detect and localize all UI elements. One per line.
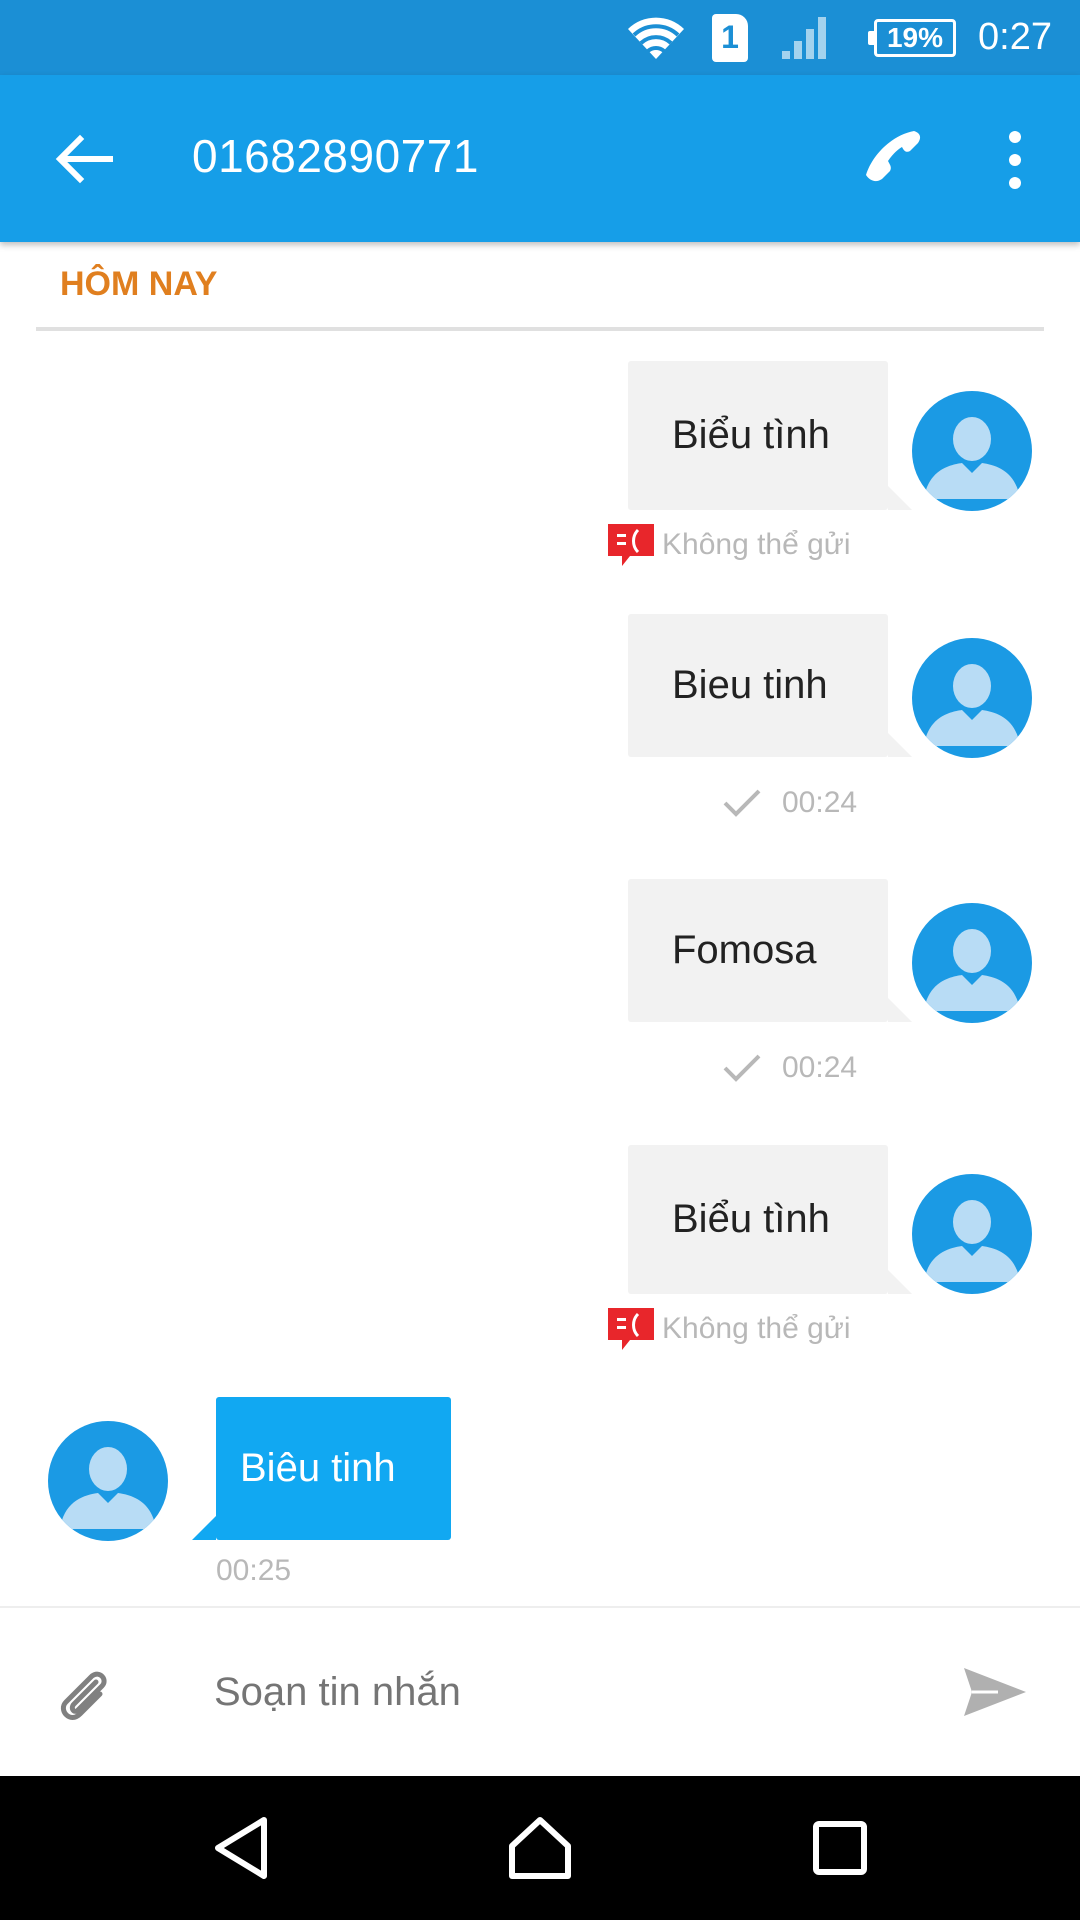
send-failed-icon xyxy=(608,524,654,566)
person-icon xyxy=(60,1447,156,1529)
nav-home-button[interactable] xyxy=(498,1806,582,1890)
battery-level: 19% xyxy=(868,18,956,57)
navigation-bar xyxy=(0,1776,1080,1920)
clock: 0:27 xyxy=(978,16,1052,58)
attach-button[interactable] xyxy=(56,1664,112,1724)
avatar[interactable] xyxy=(912,903,1032,1023)
nav-recents-button[interactable] xyxy=(798,1806,882,1890)
message-text: Fomosa xyxy=(672,928,817,972)
recents-square-icon xyxy=(813,1821,867,1875)
person-icon xyxy=(924,929,1020,1011)
status-text: Không thể gửi xyxy=(662,1312,851,1345)
timestamp: 00:24 xyxy=(782,786,858,819)
message-bubble-incoming[interactable]: Biêu tinh xyxy=(192,1397,451,1540)
call-button[interactable] xyxy=(856,123,926,193)
check-icon xyxy=(723,789,761,817)
timestamp: 00:24 xyxy=(782,1051,858,1084)
avatar[interactable] xyxy=(912,1174,1032,1294)
send-button[interactable] xyxy=(962,1666,1028,1718)
status-bar: 1 19% 0:27 xyxy=(0,0,1080,75)
person-icon xyxy=(924,664,1020,746)
sim-icon: 1 xyxy=(712,0,754,75)
message-text: Biêu tinh xyxy=(240,1446,396,1490)
date-divider xyxy=(36,327,1044,331)
composer xyxy=(0,1608,1080,1776)
paperclip-icon xyxy=(60,1671,107,1720)
wifi-icon xyxy=(626,0,692,75)
message-text: Biểu tình xyxy=(672,413,830,457)
arrow-left-icon xyxy=(55,134,113,184)
phone-icon xyxy=(866,131,921,182)
home-icon xyxy=(509,1817,571,1879)
app-bar: 01682890771 xyxy=(0,75,1080,242)
battery-icon: 19% xyxy=(868,0,958,75)
compose-message-input[interactable] xyxy=(214,1652,914,1732)
timestamp: 00:25 xyxy=(216,1554,292,1587)
status-text: Không thể gửi xyxy=(662,528,851,561)
back-triangle-icon xyxy=(215,1817,267,1879)
avatar[interactable] xyxy=(48,1421,168,1541)
avatar[interactable] xyxy=(912,391,1032,511)
message-status: Không thể gửi xyxy=(608,524,851,566)
message-status: 00:25 xyxy=(216,1554,291,1588)
send-icon xyxy=(964,1668,1026,1716)
avatar[interactable] xyxy=(912,638,1032,758)
nav-back-button[interactable] xyxy=(200,1806,284,1890)
message-bubble-outgoing[interactable]: Fomosa xyxy=(628,879,912,1022)
signal-icon xyxy=(780,0,840,75)
back-button[interactable] xyxy=(50,125,118,193)
more-options-button[interactable] xyxy=(990,125,1040,195)
more-vert-icon xyxy=(1009,131,1021,189)
message-bubble-outgoing[interactable]: Biểu tình xyxy=(628,361,912,510)
person-icon xyxy=(924,417,1020,499)
sim-slot-number: 1 xyxy=(712,13,748,62)
message-status: 00:24 xyxy=(722,786,857,820)
message-status: Không thể gửi xyxy=(608,1308,851,1350)
message-status: 00:24 xyxy=(722,1051,857,1085)
send-failed-icon xyxy=(608,1308,654,1350)
message-text: Biểu tình xyxy=(672,1197,830,1241)
person-icon xyxy=(924,1200,1020,1282)
message-bubble-outgoing[interactable]: Bieu tinh xyxy=(628,614,912,757)
contact-title: 01682890771 xyxy=(192,130,479,182)
check-icon xyxy=(723,1054,761,1082)
date-header: HÔM NAY xyxy=(60,265,218,303)
message-text: Bieu tinh xyxy=(672,663,828,707)
message-bubble-outgoing[interactable]: Biểu tình xyxy=(628,1145,912,1294)
